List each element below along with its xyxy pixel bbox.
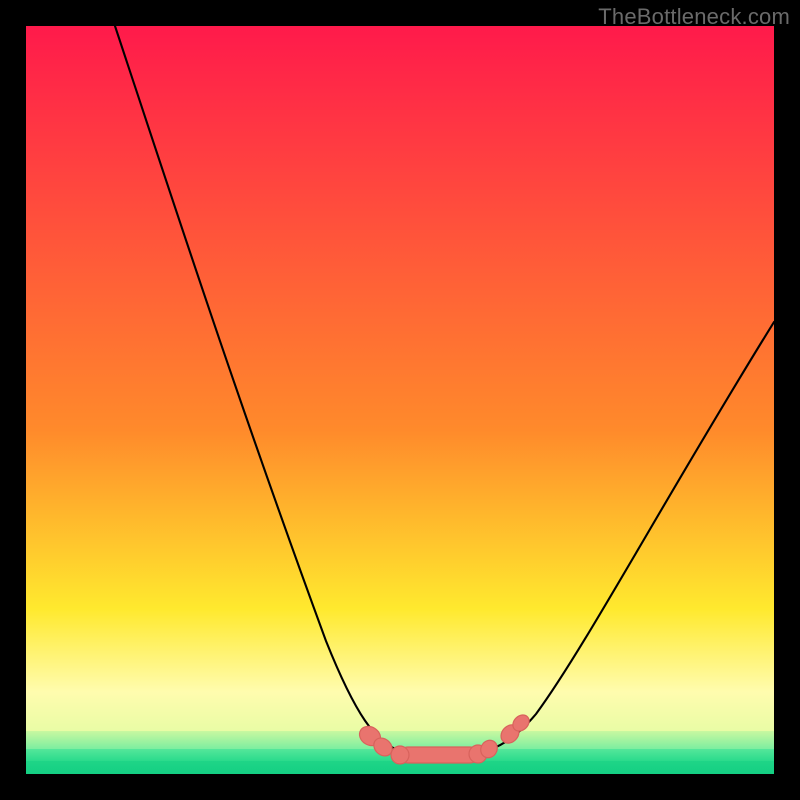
chart-beads (356, 712, 532, 764)
watermark-text: TheBottleneck.com (598, 4, 790, 30)
chart-frame: TheBottleneck.com (0, 0, 800, 800)
chart-plot-area (26, 26, 774, 774)
chart-curve (115, 26, 774, 756)
chart-svg (26, 26, 774, 774)
